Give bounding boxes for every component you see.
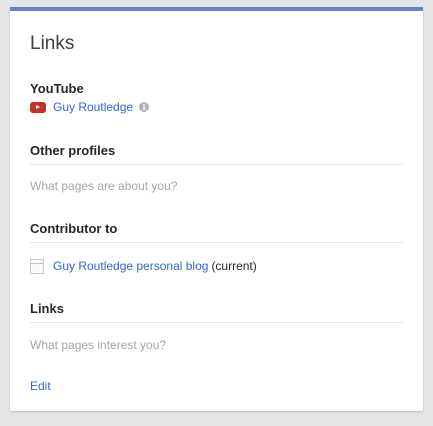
other-profiles-heading: Other profiles bbox=[30, 143, 116, 158]
youtube-channel-row: Guy Routledge i bbox=[30, 99, 150, 115]
links-card: Links YouTube Guy Routledge i Other prof… bbox=[10, 7, 423, 411]
page-icon bbox=[30, 258, 44, 274]
contributor-item: Guy Routledge personal blog (current) bbox=[30, 257, 257, 275]
card-title: Links bbox=[30, 33, 75, 54]
card-accent-bar bbox=[10, 7, 423, 11]
other-profiles-placeholder[interactable]: What pages are about you? bbox=[30, 179, 177, 193]
contributor-to-heading: Contributor to bbox=[30, 221, 118, 236]
other-profiles-divider bbox=[30, 164, 403, 165]
youtube-heading: YouTube bbox=[30, 81, 84, 96]
contributor-blog-link[interactable]: Guy Routledge personal blog bbox=[53, 259, 208, 273]
current-tag: (current) bbox=[211, 259, 257, 273]
links-heading: Links bbox=[30, 301, 64, 316]
links-placeholder[interactable]: What pages interest you? bbox=[30, 338, 166, 352]
youtube-channel-link[interactable]: Guy Routledge bbox=[53, 100, 133, 114]
info-icon[interactable]: i bbox=[139, 102, 150, 112]
edit-button[interactable]: Edit bbox=[30, 379, 51, 393]
youtube-icon bbox=[30, 101, 46, 113]
links-divider bbox=[30, 322, 403, 323]
contributor-to-divider bbox=[30, 242, 403, 243]
